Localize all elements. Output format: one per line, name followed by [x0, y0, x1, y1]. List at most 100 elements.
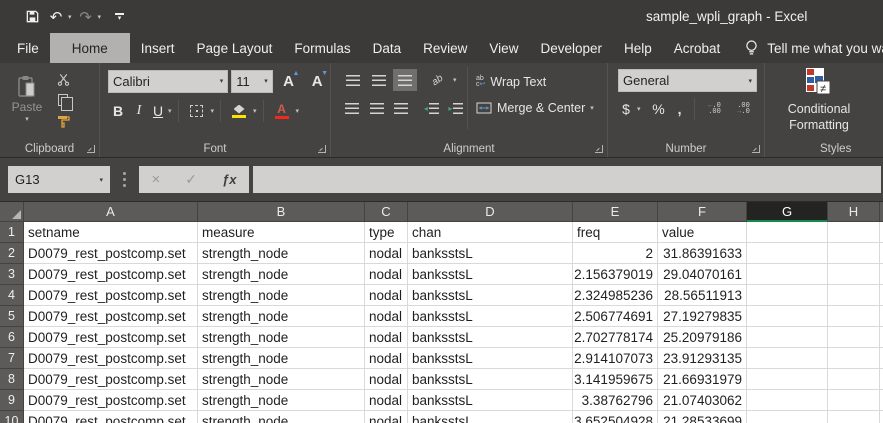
cell-chan[interactable]: banksstsL	[408, 243, 573, 264]
cell-setname[interactable]: D0079_rest_postcomp.set	[24, 369, 198, 390]
decrease-decimal-button[interactable]: .00 →.0	[731, 98, 757, 120]
cell-chan[interactable]: banksstsL	[408, 348, 573, 369]
column-header-a[interactable]: A	[24, 202, 198, 222]
middle-align-button[interactable]	[367, 69, 391, 91]
cell-measure[interactable]: strength_node	[198, 411, 365, 423]
orientation-button[interactable]: ab	[425, 69, 451, 91]
decrease-font-size-button[interactable]: A ▼	[304, 69, 330, 93]
fill-color-dropdown-icon[interactable]: ▾	[253, 107, 257, 115]
cell-setname[interactable]: D0079_rest_postcomp.set	[24, 285, 198, 306]
formula-bar-resize-handle[interactable]	[123, 178, 126, 181]
row-header[interactable]: 8	[0, 369, 24, 390]
font-size-select[interactable]: 11 ▾	[231, 69, 273, 93]
cell-freq[interactable]: 2.914107073	[573, 348, 658, 369]
select-all-button[interactable]	[0, 202, 24, 222]
bold-button[interactable]: B	[108, 100, 128, 122]
tab-help[interactable]: Help	[613, 33, 663, 63]
cell-measure-header[interactable]: measure	[198, 222, 365, 243]
cell-type[interactable]: nodal	[365, 285, 408, 306]
tab-developer[interactable]: Developer	[529, 33, 613, 63]
cell-setname[interactable]: D0079_rest_postcomp.set	[24, 264, 198, 285]
cell-freq[interactable]: 2.702778174	[573, 327, 658, 348]
cell-value[interactable]: 21.28533699	[658, 411, 747, 423]
font-dialog-launcher[interactable]	[318, 145, 326, 153]
tab-acrobat[interactable]: Acrobat	[663, 33, 732, 63]
cell-freq[interactable]: 2	[573, 243, 658, 264]
column-header-c[interactable]: C	[365, 202, 408, 222]
paste-button[interactable]: Paste ▾	[6, 68, 48, 130]
row-header[interactable]: 7	[0, 348, 24, 369]
cell[interactable]	[828, 264, 880, 285]
cell-measure[interactable]: strength_node	[198, 264, 365, 285]
cell-freq[interactable]: 3.652504928	[573, 411, 658, 423]
cell-type[interactable]: nodal	[365, 243, 408, 264]
cell-measure[interactable]: strength_node	[198, 243, 365, 264]
cell-type[interactable]: nodal	[365, 411, 408, 423]
underline-dropdown-icon[interactable]: ▾	[168, 107, 172, 115]
cell-setname[interactable]: D0079_rest_postcomp.set	[24, 306, 198, 327]
tab-file[interactable]: File	[6, 33, 50, 63]
align-center-button[interactable]	[365, 97, 387, 119]
top-align-button[interactable]	[341, 69, 365, 91]
font-name-select[interactable]: Calibri ▾	[108, 69, 229, 93]
cell[interactable]	[828, 411, 880, 423]
cell[interactable]	[747, 348, 828, 369]
cell-setname[interactable]: D0079_rest_postcomp.set	[24, 327, 198, 348]
column-header-d[interactable]: D	[408, 202, 573, 222]
cell[interactable]	[747, 390, 828, 411]
cell-chan[interactable]: banksstsL	[408, 306, 573, 327]
cell-type[interactable]: nodal	[365, 306, 408, 327]
formula-input[interactable]	[253, 166, 881, 193]
decrease-indent-button[interactable]: ◂	[420, 97, 442, 119]
enter-icon[interactable]: ✓	[185, 171, 197, 188]
cell[interactable]	[828, 306, 880, 327]
row-header[interactable]: 3	[0, 264, 24, 285]
row-header[interactable]: 10	[0, 411, 24, 423]
accounting-format-button[interactable]: $	[618, 98, 634, 120]
cell-freq[interactable]: 3.38762796	[573, 390, 658, 411]
row-header[interactable]: 9	[0, 390, 24, 411]
cell[interactable]	[747, 327, 828, 348]
cell[interactable]	[747, 306, 828, 327]
underline-button[interactable]: U	[150, 100, 166, 122]
fill-color-button[interactable]	[227, 100, 251, 122]
cell-chan[interactable]: banksstsL	[408, 285, 573, 306]
cancel-icon[interactable]: ×	[152, 171, 161, 188]
increase-font-size-button[interactable]: A ▲	[276, 69, 302, 93]
cell-value[interactable]: 21.66931979	[658, 369, 747, 390]
cell-chan[interactable]: banksstsL	[408, 390, 573, 411]
increase-indent-button[interactable]: ▸	[445, 97, 467, 119]
clipboard-dialog-launcher[interactable]	[87, 145, 95, 153]
save-button[interactable]	[22, 5, 42, 29]
cell-value-header[interactable]: value	[658, 222, 747, 243]
increase-decimal-button[interactable]: ←.0.00	[702, 98, 728, 120]
comma-style-button[interactable]: ,	[673, 98, 687, 120]
cell-freq[interactable]: 3.141959675	[573, 369, 658, 390]
conditional-formatting-button[interactable]: ≠ Conditional Formatting	[777, 68, 861, 133]
cell-value[interactable]: 28.56511913	[658, 285, 747, 306]
cell-type[interactable]: nodal	[365, 348, 408, 369]
redo-button[interactable]: ↷	[76, 5, 96, 29]
cell-setname[interactable]: D0079_rest_postcomp.set	[24, 411, 198, 423]
customize-qat-button[interactable]: ▾	[115, 12, 125, 22]
cell-measure[interactable]: strength_node	[198, 348, 365, 369]
cell-chan[interactable]: banksstsL	[408, 264, 573, 285]
bottom-align-button[interactable]	[393, 69, 417, 91]
cell[interactable]	[828, 243, 880, 264]
number-format-select[interactable]: General ▾	[618, 69, 757, 92]
row-header[interactable]: 6	[0, 327, 24, 348]
cell-measure[interactable]: strength_node	[198, 327, 365, 348]
cell-setname[interactable]: D0079_rest_postcomp.set	[24, 390, 198, 411]
row-header[interactable]: 4	[0, 285, 24, 306]
cell-type[interactable]: nodal	[365, 264, 408, 285]
cell-chan[interactable]: banksstsL	[408, 369, 573, 390]
cell-value[interactable]: 27.19279835	[658, 306, 747, 327]
cell[interactable]	[828, 327, 880, 348]
cell-setname-header[interactable]: setname	[24, 222, 198, 243]
cell-freq[interactable]: 2.156379019	[573, 264, 658, 285]
percent-style-button[interactable]: %	[648, 98, 670, 120]
row-header[interactable]: 5	[0, 306, 24, 327]
cell-type[interactable]: nodal	[365, 390, 408, 411]
insert-function-icon[interactable]: ƒx	[222, 172, 236, 187]
number-dialog-launcher[interactable]	[752, 145, 760, 153]
